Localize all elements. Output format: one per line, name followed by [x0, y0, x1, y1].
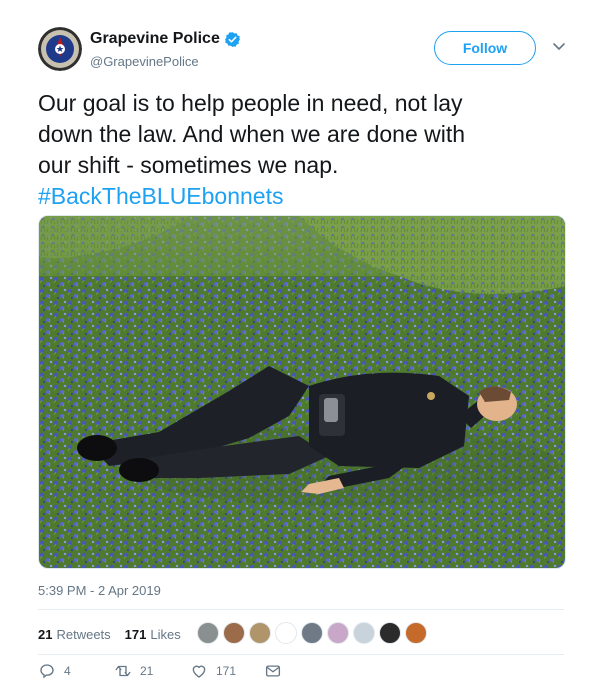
account-handle[interactable]: @GrapevinePolice — [90, 54, 199, 69]
liker-avatar[interactable] — [223, 622, 245, 644]
retweets-count: 21 — [38, 627, 53, 642]
divider — [38, 609, 564, 610]
display-name[interactable]: Grapevine Police — [90, 30, 220, 48]
tweet-line: our shift - sometimes we nap. — [38, 152, 339, 178]
divider — [38, 654, 564, 655]
tweet-photo[interactable] — [38, 215, 566, 569]
retweets-stat[interactable]: 21 Retweets — [38, 627, 111, 642]
tweet-timestamp[interactable]: 5:39 PM - 2 Apr 2019 — [38, 583, 161, 598]
name-row: Grapevine Police — [90, 30, 241, 48]
follow-button[interactable]: Follow — [434, 31, 536, 65]
liker-avatar[interactable] — [405, 622, 427, 644]
liker-avatar[interactable] — [301, 622, 323, 644]
like-button[interactable]: 171 — [190, 662, 236, 680]
likes-label: Likes — [150, 627, 181, 642]
verified-badge-icon — [224, 31, 240, 47]
retweet-icon — [115, 665, 131, 677]
tweet-header: Grapevine Police @GrapevinePolice Follow — [38, 27, 578, 75]
direct-message-button[interactable] — [264, 662, 290, 680]
officer-in-bluebonnets-image — [39, 216, 565, 568]
reply-button[interactable]: 4 — [38, 662, 71, 680]
liker-avatar[interactable] — [197, 622, 219, 644]
tweet-actions: 4 21 171 — [38, 662, 338, 688]
account-avatar[interactable] — [38, 27, 82, 71]
retweet-button[interactable]: 21 — [114, 662, 153, 680]
liker-avatar[interactable] — [379, 622, 401, 644]
hashtag-link[interactable]: #BackTheBLUEbonnets — [38, 181, 568, 212]
reply-icon — [40, 664, 54, 679]
liker-avatars — [197, 622, 431, 644]
likes-count: 171 — [124, 627, 147, 642]
liker-avatar[interactable] — [353, 622, 375, 644]
heart-icon — [192, 665, 206, 678]
like-count: 171 — [216, 664, 237, 678]
liker-avatar[interactable] — [327, 622, 349, 644]
reply-count: 4 — [64, 664, 71, 678]
liker-avatar[interactable] — [275, 622, 297, 644]
tweet-text: Our goal is to help people in need, not … — [38, 88, 568, 212]
retweets-label: Retweets — [56, 627, 111, 642]
tweet-line: down the law. And when we are done with — [38, 121, 466, 147]
chevron-down-icon[interactable] — [552, 39, 566, 53]
likes-stat[interactable]: 171 Likes — [125, 627, 181, 642]
envelope-icon — [265, 665, 281, 677]
retweet-count: 21 — [140, 664, 154, 678]
tweet-line: Our goal is to help people in need, not … — [38, 90, 463, 116]
tweet-stats: 21 Retweets 171 Likes — [38, 627, 195, 642]
liker-avatar[interactable] — [249, 622, 271, 644]
